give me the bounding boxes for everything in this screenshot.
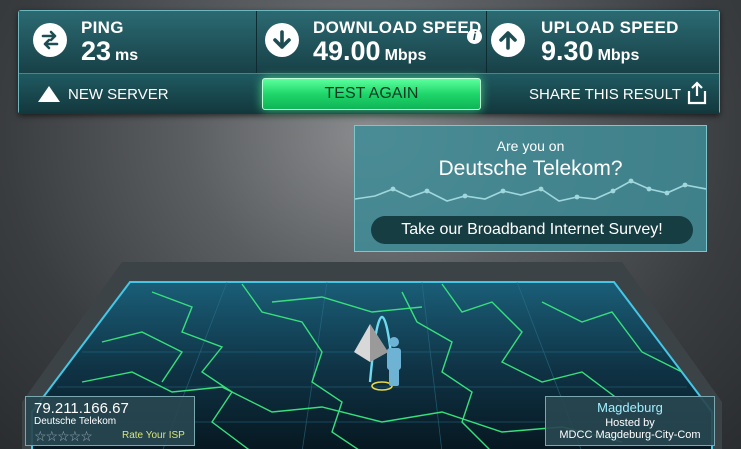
host-name: MDCC Magdeburg-City-Com	[559, 429, 701, 441]
action-row: NEW SERVER TEST AGAIN SHARE THIS RESULT	[19, 73, 719, 114]
new-server-button[interactable]: NEW SERVER	[33, 74, 183, 114]
share-result-button[interactable]: SHARE THIS RESULT	[524, 74, 714, 114]
new-server-triangle-icon	[38, 86, 60, 102]
server-info-panel: Magdeburg Hosted by MDCC Magdeburg-City-…	[545, 396, 715, 446]
rate-isp-link[interactable]: Rate Your ISP	[122, 430, 185, 441]
download-unit: Mbps	[384, 47, 427, 64]
new-server-label: NEW SERVER	[68, 86, 169, 103]
survey-question-line2: Deutsche Telekom?	[438, 157, 623, 180]
share-result-label: SHARE THIS RESULT	[529, 86, 681, 103]
download-number: 49.00	[313, 36, 381, 66]
ping-unit: ms	[115, 47, 139, 64]
ping-stat: PING 23 ms	[19, 11, 257, 73]
ping-value: 23 ms	[81, 36, 138, 67]
isp-survey-panel: Are you on Deutsche Telekom? Take our Br…	[354, 125, 707, 252]
info-icon[interactable]: i	[467, 29, 482, 44]
client-info-panel: 79.211.166.67 Deutsche Telekom ☆☆☆☆☆ Rat…	[25, 396, 195, 446]
results-bar: PING 23 ms DOWNLOAD SPEED 49.00 Mbps i U…	[18, 10, 720, 114]
speedtest-app: PING 23 ms DOWNLOAD SPEED 49.00 Mbps i U…	[0, 0, 741, 449]
rating-stars[interactable]: ☆☆☆☆☆	[34, 428, 93, 445]
hosted-by-label: Hosted by	[605, 417, 655, 429]
ping-icon	[33, 23, 67, 57]
download-stat: DOWNLOAD SPEED 49.00 Mbps i	[257, 11, 487, 73]
download-arrow-icon	[265, 23, 299, 57]
download-label: DOWNLOAD SPEED	[313, 18, 482, 37]
ping-number: 23	[81, 36, 112, 66]
upload-number: 9.30	[541, 36, 594, 66]
client-ip: 79.211.166.67	[34, 400, 129, 417]
ping-label: PING	[81, 18, 124, 37]
server-city: Magdeburg	[597, 400, 663, 415]
client-isp: Deutsche Telekom	[34, 416, 117, 427]
share-icon	[687, 81, 707, 105]
survey-question-line1: Are you on	[496, 138, 565, 154]
stats-row: PING 23 ms DOWNLOAD SPEED 49.00 Mbps i U…	[19, 11, 719, 73]
upload-unit: Mbps	[597, 47, 640, 64]
download-value: 49.00 Mbps	[313, 36, 426, 67]
upload-value: 9.30 Mbps	[541, 36, 639, 67]
upload-label: UPLOAD SPEED	[541, 18, 679, 37]
upload-arrow-icon	[491, 23, 525, 57]
survey-button[interactable]: Take our Broadband Internet Survey!	[371, 216, 693, 244]
server-host: Hosted by MDCC Magdeburg-City-Com	[546, 417, 714, 441]
upload-stat: UPLOAD SPEED 9.30 Mbps	[487, 11, 719, 73]
test-again-button[interactable]: TEST AGAIN	[262, 78, 481, 110]
